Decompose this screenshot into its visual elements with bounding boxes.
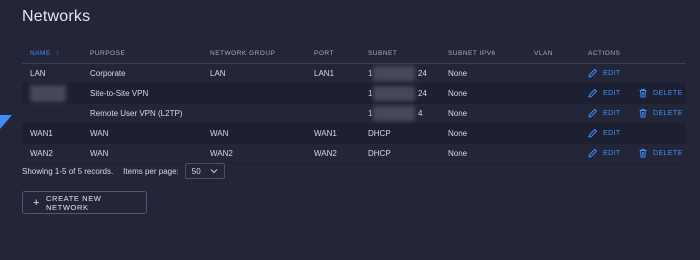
edit-button[interactable]: EDIT <box>588 67 621 79</box>
cell-subnet-start: 1 <box>368 89 373 98</box>
cell-port: WAN1 <box>314 129 337 138</box>
cell-subnet-start: 1 <box>368 69 373 78</box>
records-summary: Showing 1-5 of 5 records. <box>22 166 114 176</box>
pencil-icon <box>588 128 598 138</box>
cell-purpose: WAN <box>90 149 109 158</box>
pencil-icon <box>588 68 598 78</box>
table-row: WAN2 WAN WAN2 WAN2 DHCP None EDIT DELETE <box>22 144 686 164</box>
cell-subnet-ipv6: None <box>448 89 468 98</box>
cell-subnet-end: 4 <box>418 109 423 118</box>
items-per-page-label: Items per page: <box>123 166 179 176</box>
cell-network-group: WAN <box>210 129 229 138</box>
pencil-icon <box>588 88 598 98</box>
cell-subnet-start: DHCP <box>368 149 391 158</box>
cell-subnet-ipv6: None <box>448 109 468 118</box>
delete-label: DELETE <box>653 89 683 97</box>
sort-arrow-icon: ↑ <box>56 50 60 57</box>
networks-table: NAME ↑ PURPOSE NETWORK GROUP PORT SUBNET… <box>22 44 686 164</box>
cell-subnet-end: 24 <box>418 89 427 98</box>
trash-icon <box>639 88 647 98</box>
table-row: LAN Corporate LAN LAN1 1 24 None EDIT <box>22 64 686 84</box>
pagination-bar: Showing 1-5 of 5 records. Items per page… <box>22 162 225 180</box>
edit-label: EDIT <box>603 149 621 157</box>
items-per-page-select[interactable]: 50 <box>184 163 225 179</box>
column-header-name[interactable]: NAME ↑ <box>30 50 60 57</box>
table-row: Remote User VPN (L2TP) 1 4 None EDIT DEL… <box>22 104 686 124</box>
pencil-icon <box>588 148 598 158</box>
redacted-subnet <box>373 106 415 121</box>
cell-name: LAN <box>30 69 46 78</box>
column-header-actions: ACTIONS <box>588 50 621 57</box>
redacted-subnet <box>373 66 415 81</box>
column-header-subnet-ipv6[interactable]: SUBNET IPV6 <box>448 50 496 57</box>
cell-name: WAN1 <box>30 129 53 138</box>
edit-button[interactable]: EDIT <box>588 107 621 119</box>
edit-label: EDIT <box>603 109 621 117</box>
edit-label: EDIT <box>603 89 621 97</box>
delete-button[interactable]: DELETE <box>638 107 683 119</box>
cell-subnet-ipv6: None <box>448 129 468 138</box>
trash-icon <box>639 148 647 158</box>
edit-button[interactable]: EDIT <box>588 147 621 159</box>
cell-purpose: Corporate <box>90 69 126 78</box>
delete-label: DELETE <box>653 109 683 117</box>
column-header-subnet[interactable]: SUBNET <box>368 50 397 57</box>
cell-subnet-end: 24 <box>418 69 427 78</box>
create-new-network-label: CREATE NEW NETWORK <box>46 193 102 212</box>
cell-purpose: Remote User VPN (L2TP) <box>90 109 183 118</box>
cell-subnet-start: 1 <box>368 109 373 118</box>
delete-label: DELETE <box>653 149 683 157</box>
table-header: NAME ↑ PURPOSE NETWORK GROUP PORT SUBNET… <box>22 44 686 64</box>
redacted-name <box>30 85 66 102</box>
trash-icon <box>639 108 647 118</box>
column-header-purpose[interactable]: PURPOSE <box>90 50 125 57</box>
table-row: WAN1 WAN WAN WAN1 DHCP None EDIT <box>22 124 686 144</box>
chevron-down-icon <box>210 169 218 174</box>
edit-label: EDIT <box>603 129 621 137</box>
delete-button[interactable]: DELETE <box>638 147 683 159</box>
create-new-network-button[interactable]: + CREATE NEW NETWORK <box>22 191 147 214</box>
edit-button[interactable]: EDIT <box>588 87 621 99</box>
column-header-port[interactable]: PORT <box>314 50 334 57</box>
redacted-subnet <box>373 86 415 101</box>
cell-subnet-ipv6: None <box>448 149 468 158</box>
cell-subnet-start: DHCP <box>368 129 391 138</box>
table-row: Site-to-Site VPN 1 24 None EDIT DELETE <box>22 84 686 104</box>
cell-network-group: WAN2 <box>210 149 233 158</box>
cell-purpose: Site-to-Site VPN <box>90 89 149 98</box>
edit-label: EDIT <box>603 69 621 77</box>
edit-button[interactable]: EDIT <box>588 127 621 139</box>
cell-port: LAN1 <box>314 69 335 78</box>
cell-purpose: WAN <box>90 129 109 138</box>
column-header-vlan[interactable]: VLAN <box>534 50 553 57</box>
column-header-network-group[interactable]: NETWORK GROUP <box>210 50 275 57</box>
cell-name: WAN2 <box>30 149 53 158</box>
cell-port: WAN2 <box>314 149 337 158</box>
pencil-icon <box>588 108 598 118</box>
page-title: Networks <box>22 8 91 25</box>
cell-subnet-ipv6: None <box>448 69 468 78</box>
corner-marker <box>0 115 12 129</box>
plus-icon: + <box>33 196 41 209</box>
cell-network-group: LAN <box>210 69 226 78</box>
items-per-page-value: 50 <box>191 166 201 176</box>
delete-button[interactable]: DELETE <box>638 87 683 99</box>
